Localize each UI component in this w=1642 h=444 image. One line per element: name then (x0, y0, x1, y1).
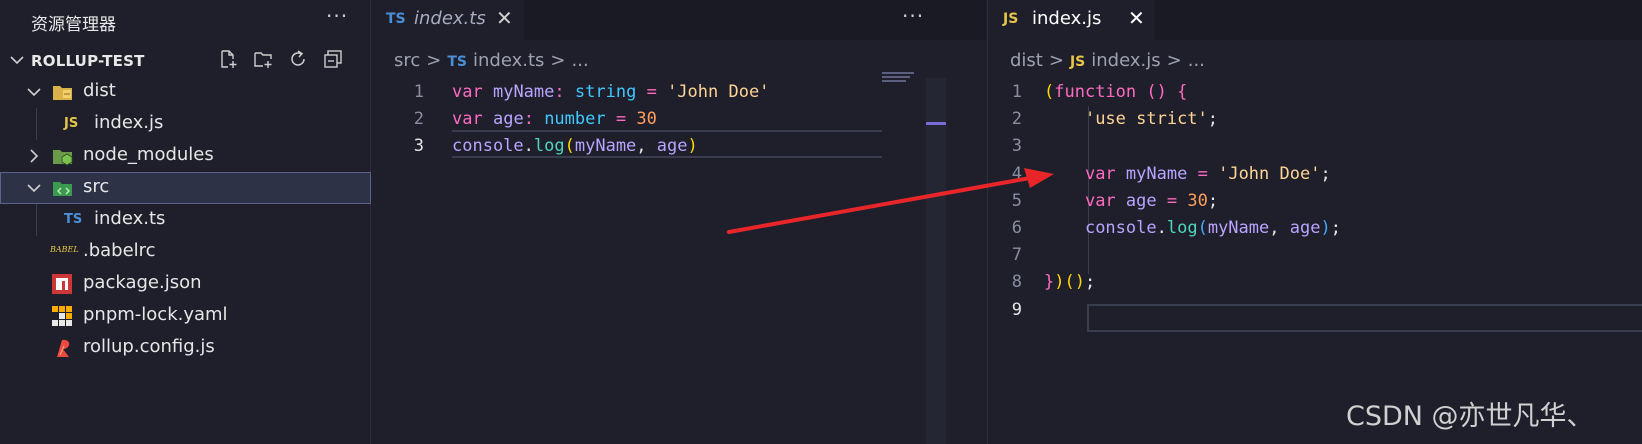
ts-file-icon: TS (64, 212, 83, 227)
chevron-right-icon[interactable] (26, 146, 42, 170)
current-line-highlight (1087, 304, 1642, 332)
editor-group-left: TS index.ts ✕ ··· src > TS index.ts >... 1 2 3… (372, 0, 986, 444)
editor-group-right: JS index.js ✕ dist > JS index.js >... 123456… (987, 0, 1642, 444)
tree-item-label: .babelrc (83, 240, 156, 261)
code-line: var myName: string = 'John Doe' (452, 82, 770, 102)
close-icon[interactable]: ✕ (496, 6, 513, 30)
code-line: console.log(myName, age); (1084, 218, 1341, 238)
code-line: })(); (1044, 272, 1096, 293)
js-file-icon: JS (1069, 54, 1086, 70)
line-number: 4 (1011, 163, 1022, 184)
vertical-scrollbar[interactable] (926, 78, 946, 444)
folder-src-icon (52, 178, 74, 198)
rollup-icon (54, 338, 76, 358)
breadcrumb-symbol[interactable]: ... (572, 50, 589, 71)
breadcrumb-separator: > (550, 50, 566, 71)
breadcrumb-separator: > (1166, 50, 1182, 71)
breadcrumb: src > TS index.ts >... (394, 50, 595, 74)
project-name: ROLLUP-TEST (31, 52, 145, 70)
minimap[interactable] (882, 72, 914, 82)
breadcrumb-symbol[interactable]: ... (1188, 50, 1205, 71)
line-number: 5 (1011, 190, 1022, 211)
babel-icon: BABEL (50, 245, 79, 254)
line-number: 9 (1011, 299, 1022, 320)
tree-item-label: src (83, 176, 110, 197)
breadcrumb-separator: > (1048, 50, 1064, 71)
line-number: 7 (1011, 245, 1022, 266)
tree-item-label: dist (83, 80, 116, 101)
tree-item-label: pnpm-lock.yaml (83, 304, 228, 325)
new-folder-icon[interactable] (252, 48, 274, 70)
tab-label: index.js (1032, 8, 1102, 29)
js-file-icon: JS (64, 116, 79, 131)
code-line: 'use strict'; (1084, 109, 1219, 130)
project-header[interactable]: ROLLUP-TEST (0, 48, 371, 74)
line-number: 1 (413, 82, 424, 102)
tree-item-label: index.js (94, 112, 164, 133)
code-line: (function () { (1044, 82, 1188, 102)
line-number: 1 (1011, 82, 1022, 102)
line-number: 3 (413, 136, 424, 157)
ts-file-icon: TS (447, 54, 468, 70)
explorer-more-icon[interactable]: ··· (326, 4, 348, 28)
tree-item-rollup-config[interactable]: rollup.config.js (0, 332, 371, 364)
folder-dist-icon (52, 82, 74, 102)
close-icon[interactable]: ✕ (1128, 6, 1145, 30)
breadcrumb: dist > JS index.js >... (1010, 50, 1211, 74)
line-number: 2 (413, 109, 424, 130)
code-line: var age = 30; (1084, 190, 1219, 211)
explorer-header: 资源管理器 ··· (0, 0, 371, 40)
tree-item-label: node_modules (83, 144, 214, 165)
ts-file-icon: TS (386, 11, 406, 27)
tree-item-label: rollup.config.js (83, 336, 215, 357)
line-number: 2 (1011, 109, 1022, 130)
tree-item-src[interactable]: src (0, 172, 371, 204)
watermark: CSDN @亦世凡华、 (1346, 401, 1594, 432)
breadcrumb-folder[interactable]: src (394, 50, 420, 71)
code-line: console.log(myName, age) (452, 136, 698, 157)
breadcrumb-file[interactable]: index.ts (473, 50, 544, 71)
chevron-down-icon[interactable] (9, 48, 25, 78)
pnpm-icon (52, 306, 74, 326)
explorer-sidebar: 资源管理器 ··· ROLLUP-TEST dist JS index.js n… (0, 0, 371, 444)
tree-item-babelrc[interactable]: BABEL .babelrc (0, 236, 371, 268)
editor-more-icon[interactable]: ··· (902, 4, 924, 28)
tree-item-package-json[interactable]: package.json (0, 268, 371, 300)
tab-label: index.ts (414, 8, 486, 29)
scrollbar-thumb[interactable] (926, 122, 946, 125)
line-number: 3 (1011, 136, 1022, 157)
line-number: 8 (1011, 272, 1022, 293)
breadcrumb-separator: > (426, 50, 442, 71)
explorer-actions (217, 48, 344, 74)
breadcrumb-folder[interactable]: dist (1010, 50, 1043, 71)
tree-item-index-js[interactable]: JS index.js (0, 108, 371, 140)
line-number: 6 (1011, 218, 1022, 238)
tree-item-dist[interactable]: dist (0, 76, 371, 108)
explorer-title: 资源管理器 (31, 15, 116, 35)
chevron-down-icon[interactable] (26, 178, 42, 202)
code-line: var age: number = 30 (452, 109, 657, 130)
tree-item-node-modules[interactable]: node_modules (0, 140, 371, 172)
tab-bar: TS index.ts ✕ ··· (372, 0, 986, 40)
code-line: var myName = 'John Doe'; (1084, 163, 1331, 184)
tab-bar: JS index.js ✕ (988, 0, 1642, 40)
tab-index-js[interactable]: JS index.js ✕ (988, 0, 1155, 40)
refresh-icon[interactable] (287, 48, 309, 70)
breadcrumb-file[interactable]: index.js (1091, 50, 1160, 71)
collapse-all-icon[interactable] (322, 48, 344, 70)
tree-item-label: index.ts (94, 208, 166, 229)
chevron-down-icon[interactable] (26, 82, 42, 106)
tree-item-pnpm-lock[interactable]: pnpm-lock.yaml (0, 300, 371, 332)
npm-icon (52, 274, 74, 294)
tab-index-ts[interactable]: TS index.ts ✕ (372, 0, 524, 40)
js-file-icon: JS (1003, 11, 1019, 27)
new-file-icon[interactable] (217, 48, 239, 70)
tree-item-index-ts[interactable]: TS index.ts (0, 204, 371, 236)
tree-item-label: package.json (83, 272, 202, 293)
folder-node-icon (52, 146, 74, 166)
